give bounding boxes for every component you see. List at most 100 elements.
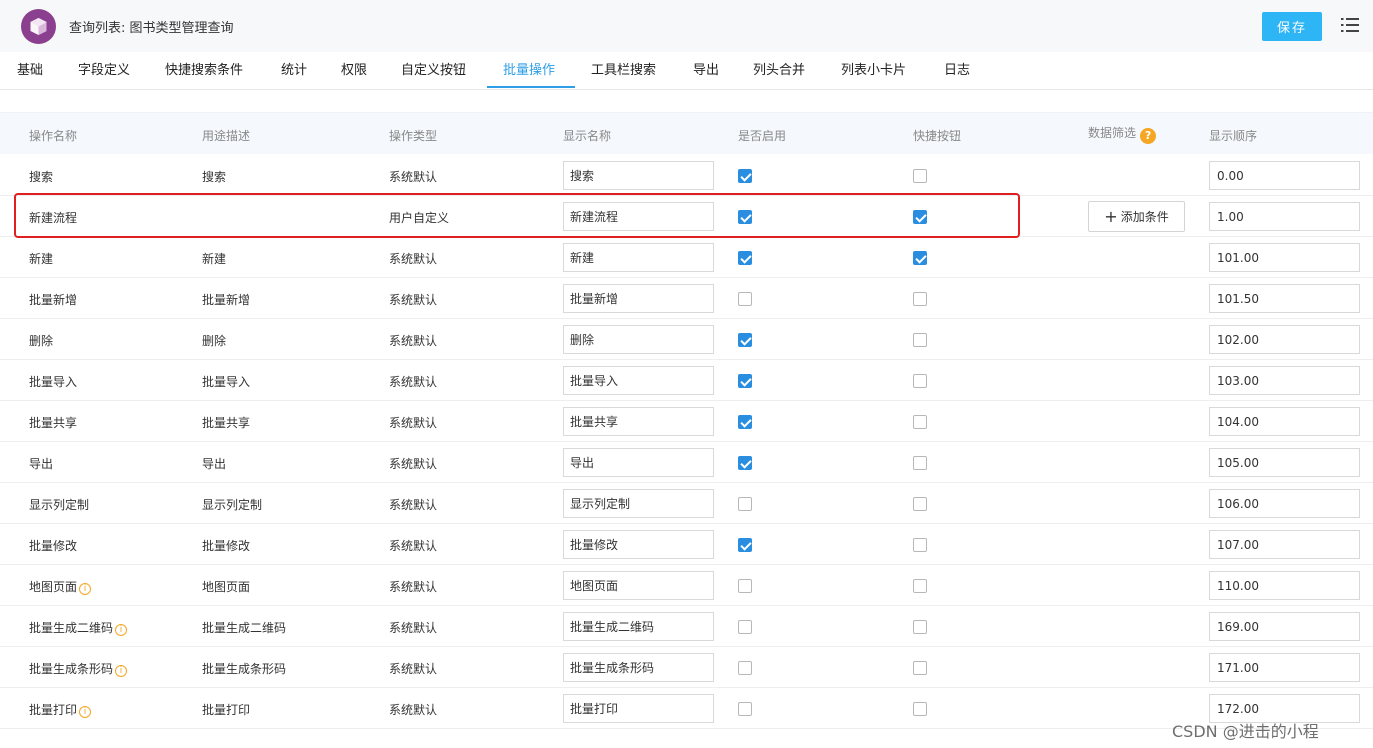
table-row: 显示列定制 显示列定制 系统默认: [0, 483, 1373, 524]
tab-export[interactable]: 导出: [693, 52, 719, 89]
operation-type: 系统默认: [389, 293, 438, 307]
enabled-checkbox[interactable]: [738, 456, 752, 470]
display-order-input[interactable]: [1209, 284, 1360, 313]
operation-description: 导出: [202, 457, 227, 471]
display-name-input[interactable]: [563, 448, 714, 477]
display-name-input[interactable]: [563, 202, 714, 231]
column-header-display-name: 显示名称: [563, 129, 612, 143]
enabled-checkbox[interactable]: [738, 415, 752, 429]
operation-type: 系统默认: [389, 252, 438, 266]
tab-custom-buttons[interactable]: 自定义按钮: [401, 52, 466, 89]
enabled-checkbox[interactable]: [738, 579, 752, 593]
enabled-checkbox[interactable]: [738, 620, 752, 634]
display-order-input[interactable]: [1209, 407, 1360, 436]
shortcut-checkbox[interactable]: [913, 456, 927, 470]
enabled-checkbox[interactable]: [738, 702, 752, 716]
display-name-input[interactable]: [563, 489, 714, 518]
tab-header-merge[interactable]: 列头合并: [753, 52, 805, 89]
display-name-input[interactable]: [563, 612, 714, 641]
shortcut-checkbox[interactable]: [913, 538, 927, 552]
shortcut-checkbox[interactable]: [913, 333, 927, 347]
operation-name: 地图页面 i: [29, 578, 92, 595]
operation-name-text: 新建流程: [29, 211, 78, 225]
display-name-input[interactable]: [563, 161, 714, 190]
display-order-input[interactable]: [1209, 366, 1360, 395]
shortcut-checkbox[interactable]: [913, 210, 927, 224]
operation-name-text: 删除: [29, 334, 54, 348]
column-header-description: 用途描述: [202, 129, 251, 143]
operation-type: 系统默认: [389, 580, 438, 594]
shortcut-checkbox[interactable]: [913, 579, 927, 593]
enabled-checkbox[interactable]: [738, 661, 752, 675]
display-order-input[interactable]: [1209, 325, 1360, 354]
tab-field-definition[interactable]: 字段定义: [78, 52, 130, 89]
enabled-checkbox[interactable]: [738, 292, 752, 306]
operation-description: 批量生成条形码: [202, 662, 287, 676]
enabled-checkbox[interactable]: [738, 333, 752, 347]
enabled-checkbox[interactable]: [738, 497, 752, 511]
operation-description: 批量修改: [202, 539, 251, 553]
shortcut-checkbox[interactable]: [913, 415, 927, 429]
tab-batch-operations[interactable]: 批量操作: [503, 52, 555, 89]
tab-toolbar-search[interactable]: 工具栏搜索: [591, 52, 656, 89]
enabled-checkbox[interactable]: [738, 538, 752, 552]
operation-description: 搜索: [202, 170, 227, 184]
display-order-input[interactable]: [1209, 653, 1360, 682]
table-row: 批量生成二维码 i 批量生成二维码 系统默认: [0, 606, 1373, 647]
display-name-input[interactable]: [563, 325, 714, 354]
operation-name-text: 批量导入: [29, 375, 78, 389]
enabled-checkbox[interactable]: [738, 374, 752, 388]
display-name-input[interactable]: [563, 284, 714, 313]
display-name-input[interactable]: [563, 694, 714, 723]
enabled-checkbox[interactable]: [738, 210, 752, 224]
display-order-input[interactable]: [1209, 530, 1360, 559]
plus-icon: +: [1104, 207, 1118, 226]
display-name-input[interactable]: [563, 530, 714, 559]
display-order-input[interactable]: [1209, 489, 1360, 518]
shortcut-checkbox[interactable]: [913, 374, 927, 388]
tab-quick-search[interactable]: 快捷搜索条件: [165, 52, 243, 89]
table-row: 批量修改 批量修改 系统默认: [0, 524, 1373, 565]
shortcut-checkbox[interactable]: [913, 292, 927, 306]
tab-statistics[interactable]: 统计: [281, 52, 307, 89]
display-order-input[interactable]: [1209, 243, 1360, 272]
operation-name-text: 搜索: [29, 170, 54, 184]
tab-log[interactable]: 日志: [944, 52, 970, 89]
help-icon[interactable]: ?: [1140, 128, 1157, 144]
enabled-checkbox[interactable]: [738, 169, 752, 183]
shortcut-checkbox[interactable]: [913, 169, 927, 183]
shortcut-checkbox[interactable]: [913, 702, 927, 716]
operation-name: 批量生成条形码 i: [29, 660, 128, 677]
info-icon[interactable]: i: [115, 665, 128, 677]
shortcut-checkbox[interactable]: [913, 620, 927, 634]
shortcut-checkbox[interactable]: [913, 661, 927, 675]
display-name-input[interactable]: [563, 571, 714, 600]
add-condition-button[interactable]: + 添加条件: [1088, 201, 1185, 232]
info-icon[interactable]: i: [79, 706, 92, 718]
display-name-input[interactable]: [563, 653, 714, 682]
operation-name: 删除: [29, 332, 53, 349]
save-button[interactable]: 保存: [1262, 12, 1322, 41]
operation-type: 用户自定义: [389, 211, 450, 225]
tab-list-cards[interactable]: 列表小卡片: [841, 52, 906, 89]
table-row: 新建 新建 系统默认: [0, 237, 1373, 278]
display-order-input[interactable]: [1209, 161, 1360, 190]
column-header-name: 操作名称: [29, 129, 78, 143]
display-order-input[interactable]: [1209, 571, 1360, 600]
operation-name-text: 批量新增: [29, 293, 78, 307]
info-icon[interactable]: i: [79, 583, 92, 595]
display-name-input[interactable]: [563, 407, 714, 436]
display-order-input[interactable]: [1209, 202, 1360, 231]
tab-basic[interactable]: 基础: [17, 52, 43, 89]
display-order-input[interactable]: [1209, 448, 1360, 477]
enabled-checkbox[interactable]: [738, 251, 752, 265]
info-icon[interactable]: i: [115, 624, 128, 636]
menu-icon[interactable]: [1341, 17, 1359, 33]
table-row: 批量共享 批量共享 系统默认: [0, 401, 1373, 442]
shortcut-checkbox[interactable]: [913, 251, 927, 265]
display-name-input[interactable]: [563, 366, 714, 395]
display-order-input[interactable]: [1209, 612, 1360, 641]
display-name-input[interactable]: [563, 243, 714, 272]
tab-permissions[interactable]: 权限: [341, 52, 367, 89]
shortcut-checkbox[interactable]: [913, 497, 927, 511]
